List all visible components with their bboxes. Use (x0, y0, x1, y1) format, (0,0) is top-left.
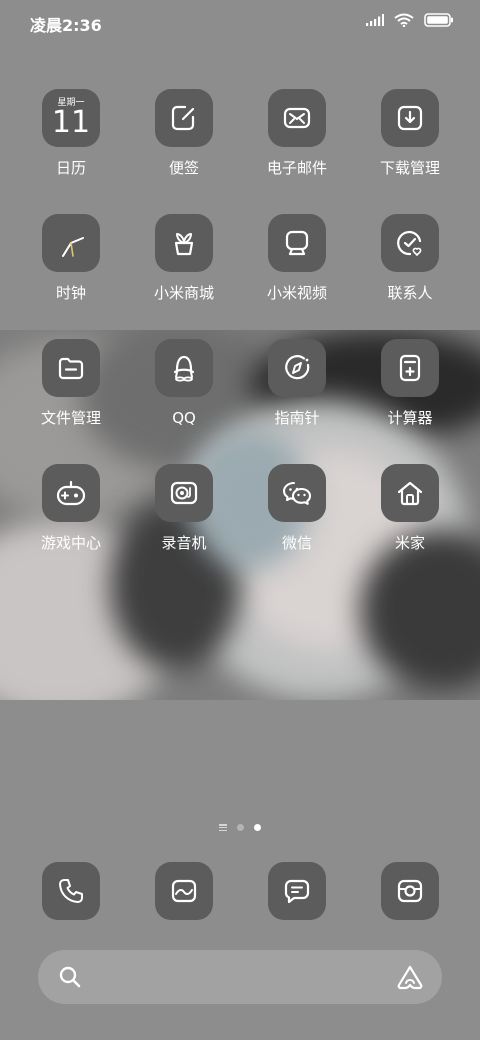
app-compass[interactable]: 指南针 (247, 339, 347, 427)
app-contacts[interactable]: 联系人 (360, 214, 460, 302)
assistant-icon[interactable] (396, 964, 424, 990)
app-mi-video[interactable]: 小米视频 (247, 214, 347, 302)
app-label: 微信 (281, 534, 312, 552)
app-label: 下载管理 (379, 159, 440, 177)
mail-icon (283, 107, 311, 129)
status-time: 凌晨2:36 (30, 16, 102, 35)
video-icon (285, 230, 309, 256)
signal-icon (366, 14, 384, 26)
battery-icon (424, 13, 453, 27)
gamepad-icon (56, 480, 86, 506)
app-mail[interactable]: 电子邮件 (247, 89, 347, 177)
phone-icon (59, 879, 83, 903)
app-label: 米家 (394, 534, 425, 552)
shop-icon (174, 233, 194, 256)
dock-camera-button[interactable] (381, 862, 439, 920)
app-qq[interactable]: QQ (134, 339, 234, 427)
app-label: 小米商城 (153, 284, 214, 302)
dock-messages-button[interactable] (268, 862, 326, 920)
compass-icon (285, 355, 310, 380)
qq-icon (173, 355, 195, 382)
calendar-icon: 星期一 11 (42, 89, 100, 147)
gallery-icon (171, 879, 197, 903)
app-game-center[interactable]: 游戏中心 (21, 464, 121, 552)
dock-gallery-button[interactable] (155, 862, 213, 920)
camera-icon (397, 879, 423, 903)
app-recorder[interactable]: 录音机 (134, 464, 234, 552)
download-icon (397, 105, 423, 131)
app-label: QQ (172, 409, 196, 427)
app-label: 计算器 (387, 409, 433, 427)
search-bar[interactable] (38, 950, 442, 1004)
app-label: 录音机 (161, 534, 207, 552)
app-wechat[interactable]: 微信 (247, 464, 347, 552)
app-label: 日历 (55, 159, 86, 177)
contacts-icon (397, 230, 422, 257)
home-icon (397, 481, 423, 506)
app-file-manager[interactable]: 文件管理 (21, 339, 121, 427)
app-calendar[interactable]: 星期一 11 日历 (21, 89, 121, 177)
dock-phone-button[interactable] (42, 862, 100, 920)
clock-icon (62, 237, 84, 257)
app-notes[interactable]: 便签 (134, 89, 234, 177)
folder-icon (58, 357, 84, 380)
page-dot-current (254, 824, 261, 831)
list-view-indicator-icon (219, 824, 227, 831)
notes-icon (171, 105, 195, 131)
app-label: 便签 (168, 159, 199, 177)
app-clock[interactable]: 时钟 (21, 214, 121, 302)
wechat-icon (282, 481, 312, 505)
app-label: 小米视频 (266, 284, 327, 302)
messages-icon (284, 879, 310, 904)
recorder-icon (170, 481, 198, 505)
app-calculator[interactable]: 计算器 (360, 339, 460, 427)
page-indicator[interactable] (0, 824, 480, 831)
app-label: 指南针 (274, 409, 320, 427)
calculator-icon (399, 354, 421, 382)
status-bar: 凌晨2:36 (0, 0, 480, 44)
wifi-icon (394, 13, 414, 27)
page-dot (237, 824, 244, 831)
app-label: 联系人 (387, 284, 433, 302)
app-mi-store[interactable]: 小米商城 (134, 214, 234, 302)
app-mi-home[interactable]: 米家 (360, 464, 460, 552)
calendar-day: 11 (51, 105, 91, 140)
app-label: 文件管理 (40, 409, 101, 427)
app-label: 游戏中心 (40, 534, 101, 552)
app-downloads[interactable]: 下载管理 (360, 89, 460, 177)
app-label: 电子邮件 (266, 159, 327, 177)
app-label: 时钟 (55, 284, 86, 302)
search-icon (59, 966, 81, 988)
